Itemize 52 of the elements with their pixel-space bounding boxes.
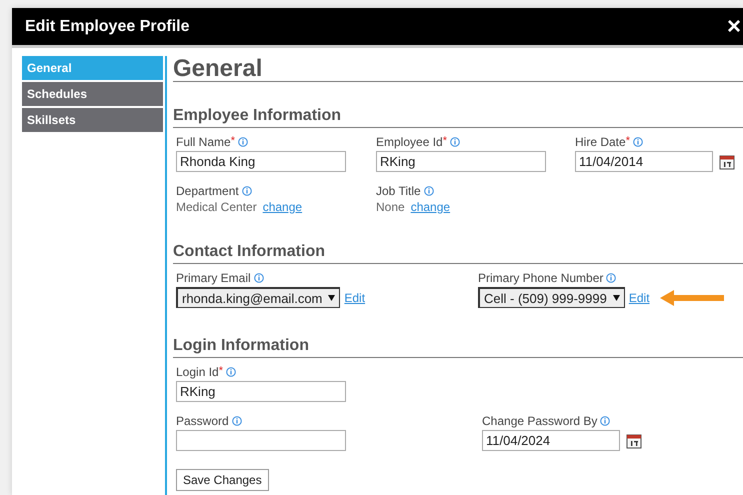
- section-title: Contact Information: [173, 243, 325, 260]
- field-label: Password: [176, 414, 229, 428]
- info-icon[interactable]: [600, 416, 610, 426]
- field-label: Primary Email: [176, 271, 251, 285]
- field-label: Department: [176, 184, 239, 198]
- arrow-icon: [660, 288, 724, 306]
- field-label: Change Password By: [482, 414, 598, 428]
- text-field[interactable]: Rhonda King: [176, 151, 346, 172]
- field-value: Medical Center: [176, 200, 257, 214]
- section-title: Login Information: [173, 337, 309, 354]
- dropdown-caret-icon: [328, 295, 336, 301]
- text-field[interactable]: RKing: [376, 151, 546, 172]
- field-label: Job Title: [376, 184, 421, 198]
- info-icon[interactable]: [232, 416, 242, 426]
- required-mark: *: [442, 135, 447, 147]
- field-label: Hire Date: [575, 135, 626, 149]
- date-field[interactable]: 11/04/2024: [482, 430, 620, 451]
- required-mark: *: [218, 365, 223, 377]
- date-field[interactable]: 11/04/2014: [575, 151, 713, 172]
- change-link[interactable]: change: [262, 200, 302, 214]
- sidebar-item[interactable]: Schedules: [22, 82, 163, 106]
- text-field[interactable]: RKing: [176, 381, 346, 402]
- change-link[interactable]: change: [410, 200, 450, 214]
- info-icon[interactable]: [238, 137, 248, 147]
- info-icon[interactable]: [606, 273, 616, 283]
- info-icon[interactable]: [242, 186, 252, 196]
- field-label: Employee Id: [376, 135, 443, 149]
- field-value: None: [376, 200, 405, 214]
- calendar-icon[interactable]: [626, 432, 642, 448]
- edit-link[interactable]: Edit: [344, 290, 366, 304]
- info-icon[interactable]: [632, 137, 643, 147]
- required-mark: *: [230, 135, 235, 147]
- field-label: Login Id: [176, 365, 219, 379]
- dropdown-field[interactable]: rhonda.king@email.com: [176, 287, 340, 308]
- sidebar-item[interactable]: Skillsets: [22, 108, 163, 132]
- edit-link[interactable]: Edit: [628, 290, 650, 304]
- page-title: General: [173, 55, 262, 82]
- section-title: Employee Information: [173, 107, 342, 124]
- info-icon[interactable]: [254, 273, 264, 283]
- info-icon[interactable]: [424, 186, 434, 196]
- save-button[interactable]: Save Changes: [176, 469, 269, 491]
- calendar-icon[interactable]: [719, 154, 735, 170]
- dropdown-field[interactable]: Cell - (509) 999-9999: [478, 287, 625, 308]
- password-field[interactable]: [176, 430, 346, 451]
- field-label: Primary Phone Number: [478, 271, 604, 285]
- info-icon[interactable]: [226, 367, 236, 377]
- dropdown-caret-icon: [612, 295, 620, 301]
- close-button[interactable]: ×: [726, 14, 743, 38]
- required-mark: *: [626, 135, 630, 147]
- info-icon[interactable]: [450, 137, 460, 147]
- field-label: Full Name: [176, 135, 231, 149]
- window-title: Edit Employee Profile: [25, 18, 190, 36]
